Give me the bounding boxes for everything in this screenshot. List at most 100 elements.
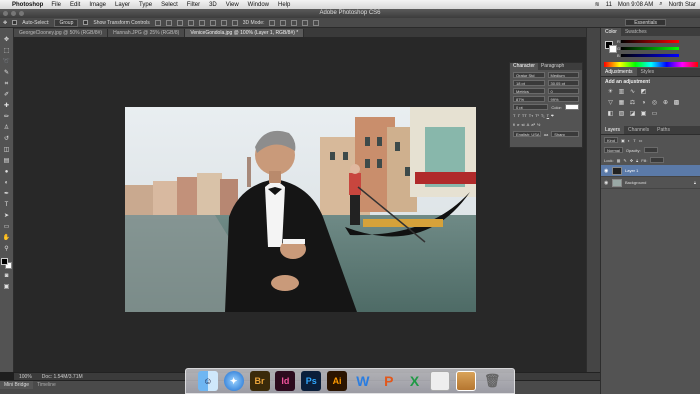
zoom-level[interactable]: 100% [19, 374, 32, 380]
text-color-swatch[interactable] [565, 104, 579, 110]
hand-tool-icon[interactable]: ✋ [2, 234, 11, 242]
color-lookup-icon[interactable]: ▩ [673, 100, 680, 107]
user-name[interactable]: North Star [669, 2, 696, 8]
path-select-tool-icon[interactable]: ➤ [2, 212, 11, 220]
tab-adjustments[interactable]: Adjustments [601, 68, 637, 76]
baseline-shift-field[interactable]: 0 pt [513, 104, 549, 110]
superscript-button[interactable]: T¹ [535, 113, 539, 118]
transform-controls-checkbox[interactable] [83, 20, 89, 25]
screen-mode-icon[interactable]: ▣ [2, 283, 11, 291]
filter-type-icon[interactable]: T [633, 138, 635, 143]
menu-3d[interactable]: 3D [209, 2, 217, 8]
red-slider[interactable] [621, 40, 679, 43]
clock[interactable]: Mon 9:08 AM [618, 2, 653, 8]
align-right-icon[interactable] [209, 19, 216, 26]
crop-tool-icon[interactable]: ⌗ [2, 80, 11, 88]
alternates-button[interactable]: A [527, 122, 530, 127]
menu-view[interactable]: View [226, 2, 239, 8]
tab-channels[interactable]: Channels [624, 126, 653, 134]
finder-icon[interactable]: ☺ [197, 371, 218, 391]
tab-venicegondola[interactable]: VeniceGondola.jpg @ 100% (Layer 1, RGB/8… [185, 29, 305, 37]
layer-row-background[interactable]: ◉ Background 🔒︎ [601, 177, 700, 189]
tab-layers[interactable]: Layers [601, 126, 625, 134]
marquee-tool-icon[interactable]: ⬚ [2, 47, 11, 55]
gradient-map-icon[interactable]: ▭ [651, 111, 658, 118]
filter-pixel-icon[interactable]: ▣ [621, 138, 625, 143]
filter-adjustment-icon[interactable]: ◐ [628, 138, 630, 143]
document-canvas[interactable] [125, 107, 476, 312]
font-style-select[interactable]: Medium [547, 72, 579, 78]
subscript-button[interactable]: T₁ [541, 113, 545, 118]
clone-stamp-tool-icon[interactable]: ♙ [2, 124, 11, 132]
3d-scale-icon[interactable] [313, 19, 320, 26]
distribute-h-icon[interactable] [231, 19, 238, 26]
vertical-scale-field[interactable]: 87% [513, 96, 545, 102]
invert-icon[interactable]: ◧ [607, 111, 614, 118]
tracking-field[interactable]: 0 [547, 88, 579, 94]
layer-filter-kind[interactable]: Kind [604, 137, 619, 143]
move-tool-icon[interactable]: ✥ [3, 20, 7, 26]
close-window-button[interactable] [3, 11, 8, 16]
filter-shape-icon[interactable]: ▭ [639, 138, 643, 143]
font-family-select[interactable]: Oratur Std [513, 72, 545, 78]
quick-mask-icon[interactable]: ◙ [2, 272, 11, 280]
fill-field[interactable] [650, 157, 665, 163]
threshold-icon[interactable]: ◪ [629, 111, 636, 118]
ligature-button[interactable]: fi [513, 122, 515, 127]
lock-image-icon[interactable]: ✎ [623, 158, 626, 163]
language-select[interactable]: English: USA [513, 131, 541, 137]
photoshop-icon[interactable]: Ps [301, 371, 322, 391]
tab-swatches[interactable]: Swatches [621, 28, 651, 36]
3d-pan-icon[interactable] [291, 19, 298, 26]
fractions-button[interactable]: ½ [537, 122, 540, 127]
shape-tool-icon[interactable]: ▭ [2, 223, 11, 231]
brush-tool-icon[interactable]: ✏ [2, 113, 11, 121]
battery-indicator[interactable]: 11 [606, 2, 612, 8]
align-top-icon[interactable] [154, 19, 161, 26]
quick-select-tool-icon[interactable]: ✎ [2, 69, 11, 77]
bridge-icon[interactable]: Br [249, 371, 270, 391]
color-balance-icon[interactable]: ⚖ [629, 100, 636, 107]
preview-icon[interactable] [430, 371, 451, 391]
tab-mini-bridge[interactable]: Mini Bridge [0, 381, 34, 389]
menu-app-name[interactable]: Photoshop [12, 2, 43, 8]
safari-icon[interactable]: ✦ [223, 371, 244, 391]
menu-window[interactable]: Window [248, 2, 269, 8]
blue-slider[interactable] [621, 54, 679, 57]
zoom-window-button[interactable] [19, 11, 24, 16]
tab-character[interactable]: Character [510, 63, 538, 70]
color-swatches[interactable] [1, 258, 12, 269]
3d-roll-icon[interactable] [280, 19, 287, 26]
move-tool-icon[interactable]: ✥ [2, 36, 11, 44]
eyedropper-tool-icon[interactable]: ✐ [2, 91, 11, 99]
layer-row-layer-1[interactable]: ◉ Layer 1 [601, 165, 700, 177]
antialias-select[interactable]: Sharp [551, 131, 580, 137]
powerpoint-icon[interactable]: P [379, 371, 399, 391]
tab-timeline[interactable]: Timeline [33, 381, 60, 389]
tab-color[interactable]: Color [601, 28, 621, 36]
kerning-field[interactable]: Metrics [513, 88, 545, 94]
3d-rotate-icon[interactable] [269, 19, 276, 26]
menu-filter[interactable]: Filter [187, 2, 200, 8]
lasso-tool-icon[interactable]: ➰ [2, 58, 11, 66]
menu-help[interactable]: Help [278, 2, 290, 8]
lock-position-icon[interactable]: ✥ [630, 158, 633, 163]
green-slider[interactable] [621, 47, 679, 50]
levels-icon[interactable]: ▥ [618, 89, 625, 96]
workspace-switcher[interactable]: Essentials [625, 19, 666, 26]
gradient-tool-icon[interactable]: ▤ [2, 157, 11, 165]
pen-tool-icon[interactable]: ✒ [2, 190, 11, 198]
distribute-icon[interactable] [220, 19, 227, 26]
vibrance-icon[interactable]: ▽ [607, 100, 614, 107]
layer-name[interactable]: Layer 1 [625, 168, 638, 173]
strikethrough-button[interactable]: T [551, 113, 553, 118]
menu-type[interactable]: Type [139, 2, 152, 8]
hue-saturation-icon[interactable]: ▦ [618, 100, 625, 107]
align-middle-icon[interactable] [165, 19, 172, 26]
word-icon[interactable]: W [353, 371, 373, 391]
indesign-icon[interactable]: Id [275, 371, 296, 391]
tab-georgeclooney[interactable]: GeorgeClooney.jpg @ 50% (RGB/8#) [14, 29, 109, 37]
wifi-icon[interactable]: ≋ [595, 1, 600, 8]
horizontal-scale-field[interactable]: 99% [547, 96, 579, 102]
exposure-icon[interactable]: ◩ [640, 89, 647, 96]
